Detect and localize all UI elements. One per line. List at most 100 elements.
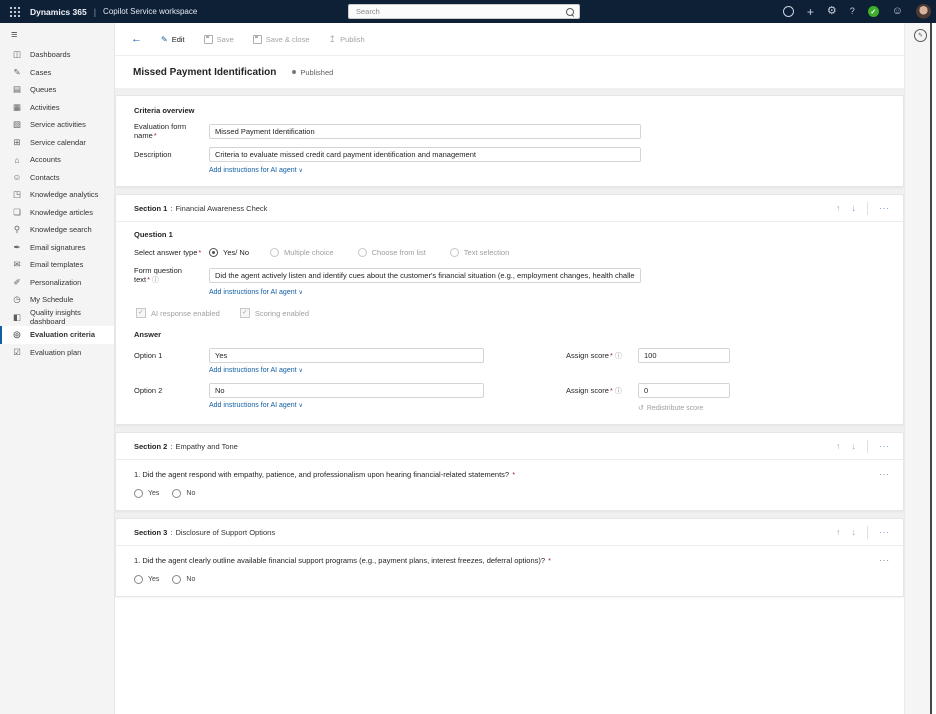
back-button[interactable]: ←: [131, 34, 142, 45]
form-name-input[interactable]: [209, 124, 641, 139]
sidebar-item-knowledge-articles[interactable]: ❏Knowledge articles: [0, 204, 114, 222]
sidebar-item-accounts[interactable]: ⌂Accounts: [0, 151, 114, 169]
section-more-menu[interactable]: ···: [879, 528, 890, 537]
page-header: Missed Payment Identification Published: [115, 56, 904, 88]
sidebar-item-contacts[interactable]: ☺Contacts: [0, 169, 114, 187]
sidebar-item-service-activities[interactable]: ▧Service activities: [0, 116, 114, 134]
option-1-row: Option 1 Add instructions for AI agent ∨…: [134, 348, 885, 374]
status-badge: Published: [292, 68, 333, 77]
sidebar-item-evaluation-plan[interactable]: ☑Evaluation plan: [0, 344, 114, 362]
accounts-icon: ⌂: [12, 155, 22, 165]
move-section-up-icon[interactable]: ↑: [836, 527, 841, 537]
global-search[interactable]: [348, 4, 580, 19]
edit-circle-icon[interactable]: ✎: [914, 29, 927, 42]
redistribute-score-button[interactable]: ↺ Redistribute score: [638, 404, 730, 412]
radio-icon: [172, 489, 181, 498]
sidebar-item-my-schedule[interactable]: ◷My Schedule: [0, 291, 114, 309]
section-more-menu[interactable]: ···: [879, 442, 890, 451]
option-2-score-input[interactable]: [638, 383, 730, 398]
save-icon: [204, 35, 213, 44]
evaluation-plan-icon: ☑: [12, 347, 22, 358]
rail-scroll-edge[interactable]: [930, 23, 932, 714]
save-button[interactable]: Save: [204, 35, 234, 44]
question-more-menu[interactable]: ···: [879, 470, 890, 479]
presence-circle-icon[interactable]: [783, 6, 794, 17]
question-more-menu[interactable]: ···: [879, 556, 890, 565]
add-instructions-link[interactable]: Add instructions for AI agent ∨: [209, 367, 484, 374]
add-instructions-link[interactable]: Add instructions for AI agent ∨: [209, 167, 303, 174]
save-and-close-button[interactable]: Save & close: [253, 35, 310, 44]
answer-yes-radio[interactable]: Yes: [134, 575, 159, 584]
publish-button[interactable]: ↥ Publish: [329, 35, 365, 44]
answer-type-multiple-choice[interactable]: Multiple choice: [270, 248, 334, 257]
sidebar-item-email-templates[interactable]: ✉Email templates: [0, 256, 114, 274]
service-calendar-icon: ⊞: [12, 137, 22, 148]
info-icon: ⓘ: [152, 277, 159, 284]
move-section-up-icon[interactable]: ↑: [836, 203, 841, 213]
redistribute-icon: ↺: [638, 404, 644, 412]
site-map-sidebar: ≡ ◫Dashboards ✎Cases ▤Queues ▦Activities…: [0, 23, 115, 714]
sidebar-item-personalization[interactable]: ✐Personalization: [0, 274, 114, 292]
user-avatar[interactable]: [916, 4, 931, 19]
edit-button[interactable]: ✎ Edit: [161, 35, 185, 44]
answer-type-yes-no[interactable]: Yes/ No: [209, 248, 249, 257]
knowledge-articles-icon: ❏: [12, 207, 22, 218]
brand-title: Dynamics 365: [30, 7, 87, 17]
ai-response-enabled-checkbox[interactable]: ✓ AI response enabled: [136, 308, 220, 318]
section-2-question: 1. Did the agent respond with empathy, p…: [116, 460, 903, 479]
option-1-score-input[interactable]: [638, 348, 730, 363]
sidebar-item-queues[interactable]: ▤Queues: [0, 81, 114, 99]
section-more-menu[interactable]: ···: [879, 204, 890, 213]
answer-no-radio[interactable]: No: [172, 489, 195, 498]
answer-type-choose-from-list[interactable]: Choose from list: [358, 248, 426, 257]
description-input[interactable]: [209, 147, 641, 162]
sidebar-item-quality-insights-dashboard[interactable]: ◧Quality insights dashboard: [0, 309, 114, 327]
sidebar-item-cases[interactable]: ✎Cases: [0, 64, 114, 82]
move-section-down-icon[interactable]: ↓: [852, 441, 857, 451]
checkbox-checked-icon: ✓: [136, 308, 146, 318]
add-icon[interactable]: +: [807, 6, 814, 18]
top-navigation-bar: Dynamics 365 | Copilot Service workspace…: [0, 0, 936, 23]
radio-icon: [450, 248, 459, 257]
help-icon[interactable]: ?: [850, 7, 855, 16]
email-signatures-icon: ✒: [12, 242, 22, 253]
sidebar-item-service-calendar[interactable]: ⊞Service calendar: [0, 134, 114, 152]
section-1-card: Section 1 : Financial Awareness Check ↑ …: [115, 194, 904, 425]
move-section-down-icon[interactable]: ↓: [852, 203, 857, 213]
answer-no-radio[interactable]: No: [172, 575, 195, 584]
option-1-input[interactable]: [209, 348, 484, 363]
move-section-down-icon[interactable]: ↓: [852, 527, 857, 537]
sidebar-item-knowledge-search[interactable]: ⚲Knowledge search: [0, 221, 114, 239]
radio-icon: [134, 489, 143, 498]
answer-type-label: Select answer type*: [134, 248, 209, 257]
add-instructions-link[interactable]: Add instructions for AI agent ∨: [209, 289, 303, 296]
form-question-text-input[interactable]: [209, 268, 641, 283]
move-section-up-icon[interactable]: ↑: [836, 441, 841, 451]
sidebar-item-dashboards[interactable]: ◫Dashboards: [0, 46, 114, 64]
chevron-down-icon: ∨: [299, 403, 303, 409]
search-icon: [566, 8, 574, 16]
waffle-menu-icon[interactable]: [9, 6, 20, 17]
sidebar-item-evaluation-criteria[interactable]: ◎Evaluation criteria: [0, 326, 114, 344]
my-schedule-icon: ◷: [12, 294, 22, 305]
pencil-icon: ✎: [161, 35, 168, 44]
answer-yes-radio[interactable]: Yes: [134, 489, 159, 498]
settings-gear-icon[interactable]: ⚙: [827, 6, 837, 17]
main-content: ← ✎ Edit Save Save & close ↥ Publish Mis…: [115, 23, 936, 714]
knowledge-search-icon: ⚲: [12, 224, 22, 235]
right-side-rail: ✎: [904, 23, 936, 714]
add-instructions-link[interactable]: Add instructions for AI agent ∨: [209, 402, 484, 409]
divider: [867, 202, 868, 215]
environment-check-icon[interactable]: ✓: [868, 6, 879, 17]
answer-type-text-selection[interactable]: Text selection: [450, 248, 509, 257]
section-3-header: Section 3 : Disclosure of Support Option…: [116, 519, 903, 546]
option-2-row: Option 2 Add instructions for AI agent ∨…: [134, 383, 885, 412]
sidebar-item-activities[interactable]: ▦Activities: [0, 99, 114, 117]
scoring-enabled-checkbox[interactable]: ✓ Scoring enabled: [240, 308, 309, 318]
option-2-input[interactable]: [209, 383, 484, 398]
sidebar-item-knowledge-analytics[interactable]: ◳Knowledge analytics: [0, 186, 114, 204]
sidebar-collapse-icon[interactable]: ≡: [11, 29, 114, 41]
feedback-smiley-icon[interactable]: ☺: [892, 6, 903, 17]
search-input[interactable]: [354, 6, 566, 17]
sidebar-item-email-signatures[interactable]: ✒Email signatures: [0, 239, 114, 257]
